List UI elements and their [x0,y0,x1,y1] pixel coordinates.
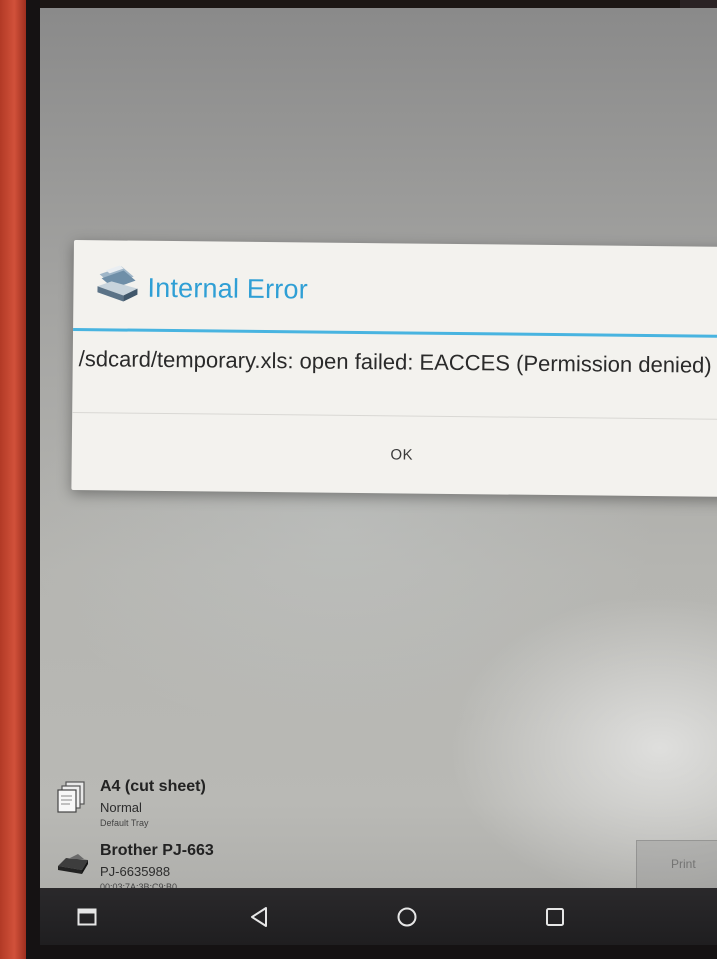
device-bezel-left [26,0,40,959]
back-icon[interactable] [244,902,274,932]
title-divider [73,327,717,338]
ok-button[interactable]: OK [71,413,717,497]
mobile-printer-icon [56,844,90,878]
printer-model-id: PJ-6635988 [100,864,171,879]
paper-settings-row[interactable]: A4 (cut sheet) Normal Default Tray [56,774,356,840]
paper-tray-label: Default Tray [100,818,149,828]
device-bezel-bottom [26,945,717,959]
print-quality-label: Normal [100,800,142,815]
device-case-left [0,0,26,959]
print-button-label: Print [671,857,696,871]
error-message: /sdcard/temporary.xls: open failed: EACC… [78,346,712,378]
android-navigation-bar [40,888,717,945]
printer-name: Brother PJ-663 [100,842,214,859]
home-icon[interactable] [392,902,422,932]
print-button[interactable]: Print [636,840,717,891]
dialog-header: Internal Error [73,240,717,338]
printer-app-icon [93,264,139,304]
device-screen: Internal Error /sdcard/temporary.xls: op… [40,8,717,945]
paper-stack-icon [56,780,90,814]
paper-size-label: A4 (cut sheet) [100,778,206,795]
recents-icon[interactable] [540,902,570,932]
internal-error-dialog: Internal Error /sdcard/temporary.xls: op… [71,240,717,497]
screenshot-icon[interactable] [72,902,102,932]
dialog-title: Internal Error [147,272,309,305]
